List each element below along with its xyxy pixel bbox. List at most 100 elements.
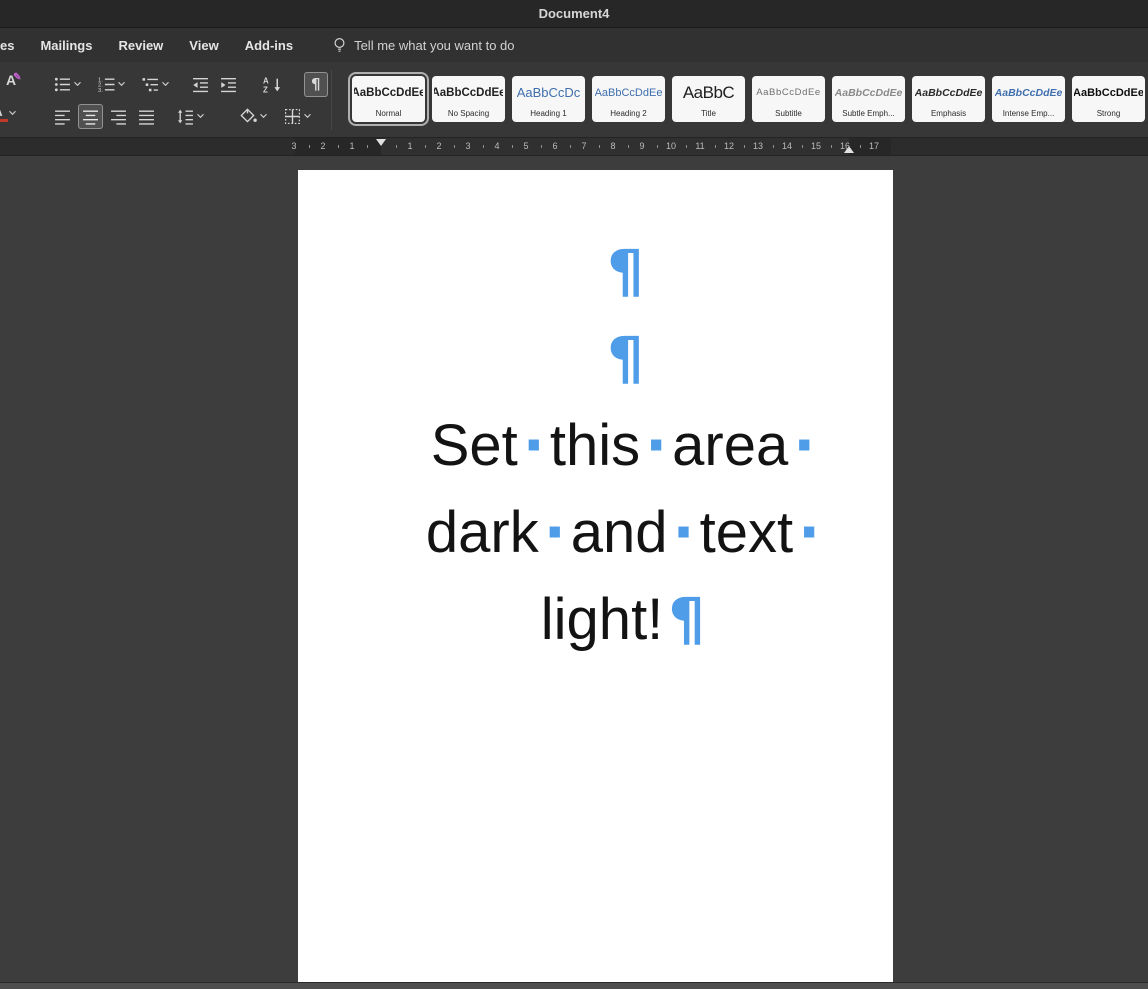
style-preview: AaBbCcDdEe xyxy=(594,86,663,99)
shading-button[interactable] xyxy=(235,104,272,129)
pilcrow-icon: ¶ xyxy=(311,75,321,93)
style-strong[interactable]: AaBbCcDdEe Strong xyxy=(1072,76,1145,122)
decrease-indent-icon xyxy=(193,77,208,92)
style-name: Strong xyxy=(1096,109,1121,118)
ruler-tick xyxy=(714,145,716,148)
style-preview: AaBbCcDdEe xyxy=(914,86,983,99)
style-heading-2[interactable]: AaBbCcDdEe Heading 2 xyxy=(592,76,665,122)
ruler-number: 10 xyxy=(665,141,677,151)
dropdown-caret-icon xyxy=(162,81,169,87)
svg-text:Z: Z xyxy=(263,85,268,93)
style-name: Normal xyxy=(375,109,402,118)
ruler-tick xyxy=(743,145,745,148)
style-preview: AaBbCcDdEe xyxy=(354,86,423,99)
tab-mailings[interactable]: Mailings xyxy=(40,38,92,53)
document-area: ¶ ¶ Set·this·area· dark·and·text· light!¶ xyxy=(0,157,1148,989)
style-title[interactable]: AaBbC Title xyxy=(672,76,745,122)
ribbon: A✎ A 1.2.3. xyxy=(0,62,1148,138)
show-formatting-marks-button[interactable]: ¶ xyxy=(304,71,328,97)
tell-me-box[interactable]: Tell me what you want to do xyxy=(333,37,515,53)
align-left-icon xyxy=(55,109,70,125)
paragraph[interactable]: ¶ xyxy=(368,315,883,402)
ruler-tick xyxy=(511,145,513,148)
paint-bucket-icon xyxy=(240,107,257,123)
style-intense-emp[interactable]: AaBbCcDdEe Intense Emp... xyxy=(992,76,1065,122)
ruler-tick xyxy=(627,145,629,148)
multilevel-list-button[interactable] xyxy=(138,72,174,97)
style-subtle-emph[interactable]: AaBbCcDdEe Subtle Emph... xyxy=(832,76,905,122)
tab-add-ins[interactable]: Add-ins xyxy=(245,38,293,53)
style-preview: AaBbCcDdEe xyxy=(994,86,1063,99)
style-name: Title xyxy=(701,109,716,118)
ribbon-tabs-list: Mailings Review View Add-ins xyxy=(40,38,319,53)
align-left-button[interactable] xyxy=(50,104,75,129)
ruler-number: 13 xyxy=(752,141,764,151)
style-heading-1[interactable]: AaBbCcDc Heading 1 xyxy=(512,76,585,122)
ruler-number: 8 xyxy=(610,141,616,151)
ruler-tick xyxy=(424,145,426,148)
formatting-mark: · xyxy=(543,498,566,566)
ruler-number: 2 xyxy=(320,141,326,151)
ruler-tick xyxy=(830,145,832,148)
borders-button[interactable] xyxy=(280,104,316,129)
paragraph[interactable]: light!¶ xyxy=(368,576,883,663)
justify-button[interactable] xyxy=(134,104,159,129)
style-preview: AaBbCcDdEe xyxy=(1074,86,1143,99)
numbering-button[interactable]: 1. 2. 3. xyxy=(94,72,130,97)
line-spacing-icon xyxy=(178,109,193,125)
bullet-list-icon xyxy=(54,77,70,91)
dropdown-caret-icon xyxy=(9,110,16,116)
page[interactable]: ¶ ¶ Set·this·area· dark·and·text· light!¶ xyxy=(298,170,893,989)
tab-references-partial[interactable]: es xyxy=(0,38,14,53)
ruler-number: 15 xyxy=(810,141,822,151)
paragraph-group-row2 xyxy=(50,103,316,129)
text-run: light! xyxy=(540,587,664,652)
group-divider xyxy=(331,70,332,130)
ruler-number: 2 xyxy=(436,141,442,151)
ruler-number: 14 xyxy=(781,141,793,151)
dropdown-caret-icon xyxy=(74,81,81,87)
line-spacing-button[interactable] xyxy=(173,104,209,129)
paragraph[interactable]: ¶ xyxy=(368,228,883,315)
align-right-icon xyxy=(111,109,126,125)
ruler-tick xyxy=(772,145,774,148)
page-content[interactable]: ¶ ¶ Set·this·area· dark·and·text· light!¶ xyxy=(298,170,893,663)
first-line-indent-marker[interactable] xyxy=(376,139,386,146)
tab-view[interactable]: View xyxy=(189,38,218,53)
align-right-button[interactable] xyxy=(106,104,131,129)
paragraph[interactable]: dark·and·text· xyxy=(368,489,883,576)
formatting-mark: · xyxy=(522,411,545,479)
paragraph[interactable]: Set·this·area· xyxy=(368,402,883,489)
style-name: Intense Emp... xyxy=(1002,109,1055,118)
style-preview: AaBbCcDdEe xyxy=(434,86,503,99)
style-preview: AaBbCcDdEe xyxy=(834,86,903,99)
text-run: this xyxy=(549,413,641,478)
decrease-indent-button[interactable] xyxy=(188,72,213,97)
sort-az-icon: A Z xyxy=(263,76,281,93)
ruler-number: 4 xyxy=(494,141,500,151)
ruler-tick xyxy=(598,145,600,148)
ruler-number: 5 xyxy=(523,141,529,151)
word-window: Document4 es Mailings Review View Add-ins T… xyxy=(0,0,1148,989)
ruler-number: 3 xyxy=(291,141,297,151)
ruler-tick xyxy=(801,145,803,148)
ruler-tick xyxy=(453,145,455,148)
font-color-button[interactable]: A xyxy=(0,104,17,122)
ruler-number: 11 xyxy=(695,141,705,151)
increase-indent-button[interactable] xyxy=(216,72,241,97)
style-subtitle[interactable]: AaBbCcDdEe Subtitle xyxy=(752,76,825,122)
text-effects-button[interactable]: A✎ xyxy=(6,72,25,88)
window-title: Document4 xyxy=(538,6,610,21)
style-normal[interactable]: AaBbCcDdEe Normal xyxy=(352,76,425,122)
text-run: Set xyxy=(430,413,518,478)
style-emphasis[interactable]: AaBbCcDdEe Emphasis xyxy=(912,76,985,122)
align-center-button[interactable] xyxy=(78,103,103,129)
status-bar-strip xyxy=(0,982,1148,989)
style-name: Subtle Emph... xyxy=(842,109,895,118)
ruler-number: 1 xyxy=(349,141,355,151)
bullets-button[interactable] xyxy=(50,72,86,97)
formatting-mark: ¶ xyxy=(668,585,706,653)
tab-review[interactable]: Review xyxy=(118,38,163,53)
style-no-spacing[interactable]: AaBbCcDdEe No Spacing xyxy=(432,76,505,122)
sort-button[interactable]: A Z xyxy=(259,72,286,97)
